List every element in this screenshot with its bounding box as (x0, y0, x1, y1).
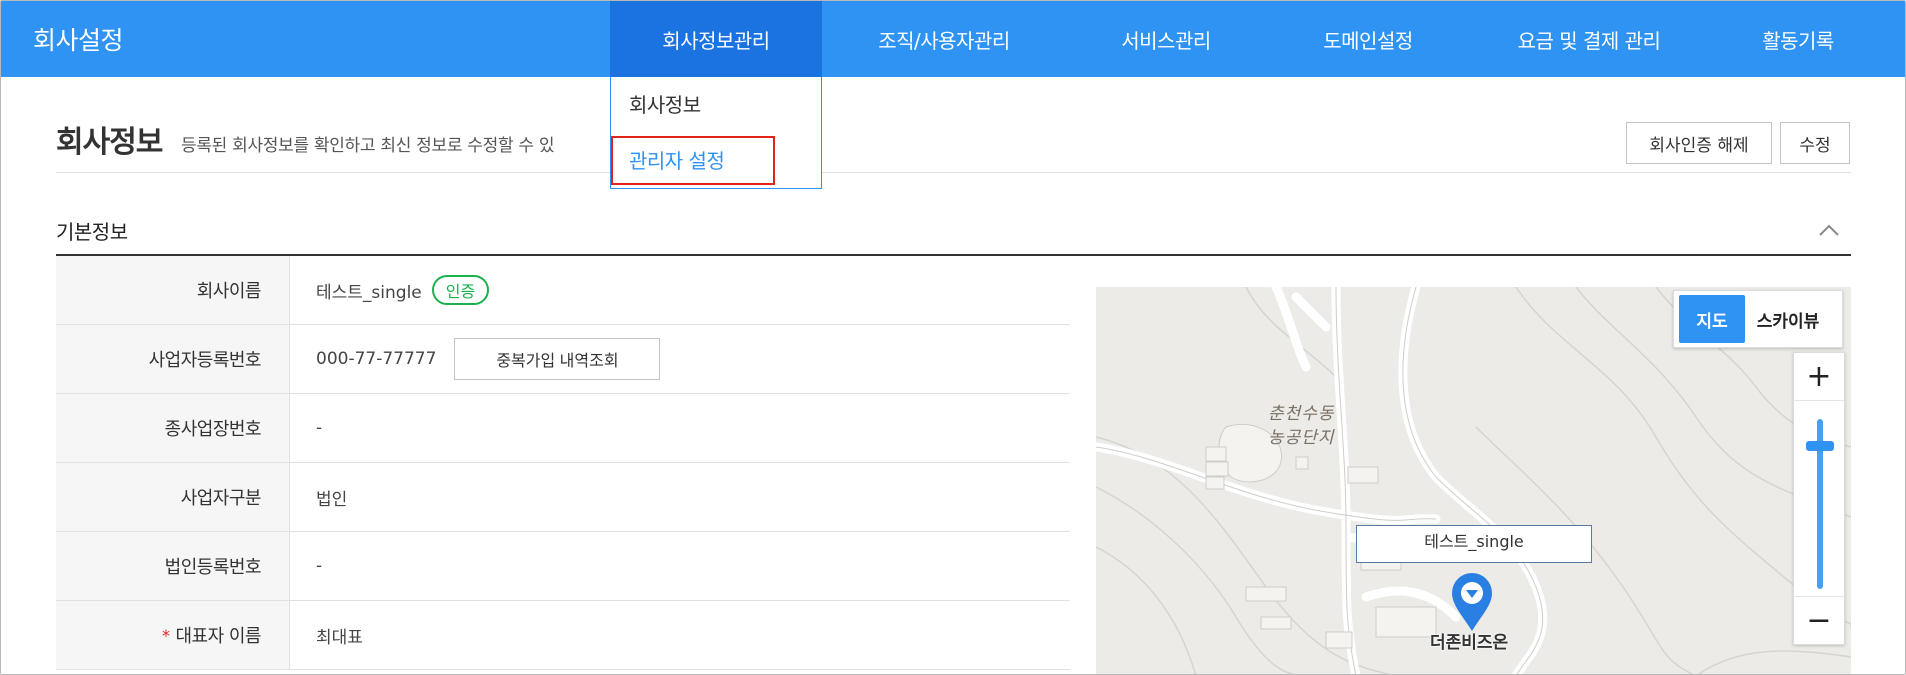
table-row: * 대표자 이름 최대표 (56, 601, 1070, 670)
ceo-name-value: 최대표 (316, 627, 363, 648)
corp-reg-no-value: - (316, 556, 323, 576)
app-title: 회사설정 (33, 26, 124, 55)
table-row: 종사업장번호 - (56, 394, 1070, 463)
company-name-value: 테스트_single (316, 282, 422, 303)
menu-item-company-info[interactable]: 회사정보 (629, 89, 701, 118)
chevron-up-icon[interactable] (1818, 223, 1840, 237)
edit-button[interactable]: 수정 (1780, 122, 1850, 164)
map-type-toggle: 지도 스카이뷰 (1673, 290, 1843, 348)
nav-activity-log[interactable]: 활동기록 (1708, 1, 1888, 77)
row-label: 법인등록번호 (56, 532, 290, 600)
page-description: 등록된 회사정보를 확인하고 최신 정보로 수정할 수 있 (181, 136, 555, 156)
section-title: 기본정보 (56, 220, 128, 244)
branch-no-value: - (316, 418, 323, 438)
divider (56, 172, 1851, 173)
row-label: * 대표자 이름 (56, 601, 290, 669)
info-table: 회사이름 테스트_single 인증 사업자등록번호 000-77-77777 … (56, 256, 1070, 670)
nav-company-info[interactable]: 회사정보관리 (610, 1, 822, 77)
zoom-in-button[interactable]: + (1794, 353, 1844, 401)
business-type-value: 법인 (316, 489, 348, 510)
page-title: 회사정보 (56, 125, 163, 160)
map-view-button[interactable]: 지도 (1679, 295, 1745, 343)
table-row: 회사이름 테스트_single 인증 (56, 256, 1070, 325)
business-reg-no-value: 000-77-77777 (316, 349, 437, 369)
required-mark: * (161, 625, 170, 645)
row-label: 사업자등록번호 (56, 325, 290, 393)
nav-dropdown-menu: 회사정보 관리자 설정 (610, 77, 822, 189)
verified-badge: 인증 (431, 275, 490, 305)
nav-org-users[interactable]: 조직/사용자관리 (822, 1, 1066, 77)
map-pin-icon[interactable] (1450, 573, 1494, 633)
nav-billing[interactable]: 요금 및 결제 관리 (1470, 1, 1708, 77)
nav-services[interactable]: 서비스관리 (1066, 1, 1266, 77)
table-row: 사업자등록번호 000-77-77777 중복가입 내역조회 (56, 325, 1070, 394)
map-place-label: 춘천수동 (1268, 404, 1335, 424)
zoom-control: + − (1793, 352, 1845, 645)
zoom-slider-handle[interactable] (1806, 441, 1834, 451)
main-nav: 회사정보관리 조직/사용자관리 서비스관리 도메인설정 요금 및 결제 관리 활… (610, 1, 1888, 77)
nav-domain[interactable]: 도메인설정 (1266, 1, 1470, 77)
row-value: 테스트_single 인증 (290, 256, 1070, 324)
row-label: 사업자구분 (56, 463, 290, 531)
unverify-company-button[interactable]: 회사인증 해제 (1626, 122, 1772, 164)
map-place-label: 농공단지 (1268, 428, 1335, 448)
location-map[interactable]: 춘천수동 농공단지 테스트_single 더존비즈온 지도 스카이뷰 + − (1096, 287, 1851, 674)
map-info-window: 테스트_single (1356, 525, 1592, 563)
top-nav-bar: 회사설정 회사정보관리 조직/사용자관리 서비스관리 도메인설정 요금 및 결제… (1, 1, 1905, 77)
row-label: 종사업장번호 (56, 394, 290, 462)
table-row: 사업자구분 법인 (56, 463, 1070, 532)
row-value: 000-77-77777 중복가입 내역조회 (290, 325, 1070, 393)
map-poi-name: 더존비즈온 (1430, 633, 1509, 653)
app-window: 회사설정 회사정보관리 조직/사용자관리 서비스관리 도메인설정 요금 및 결제… (0, 0, 1906, 675)
skyview-button[interactable]: 스카이뷰 (1745, 295, 1831, 343)
duplicate-lookup-button[interactable]: 중복가입 내역조회 (454, 338, 661, 380)
zoom-out-button[interactable]: − (1794, 596, 1844, 644)
row-label: 회사이름 (56, 256, 290, 324)
menu-item-admin-settings[interactable]: 관리자 설정 (629, 145, 725, 174)
ceo-name-label: 대표자 이름 (175, 626, 261, 647)
table-row: 법인등록번호 - (56, 532, 1070, 601)
